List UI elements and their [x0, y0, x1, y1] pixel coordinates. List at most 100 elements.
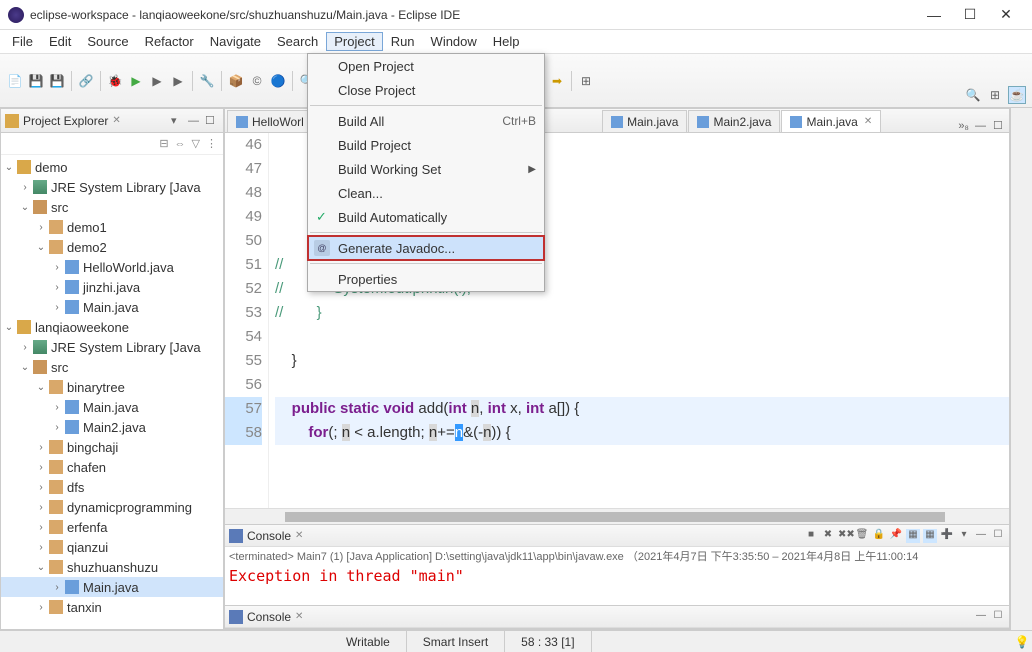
console2-close-icon[interactable]: ✕	[295, 611, 303, 622]
project-tree[interactable]: ⌄demo ›JRE System Library [Java ⌄src ›de…	[1, 155, 223, 629]
link-editor-icon[interactable]: ⇔	[175, 138, 186, 150]
menu-clean[interactable]: Clean...	[308, 181, 544, 205]
new-class-icon[interactable]: ©	[248, 72, 266, 90]
new-icon[interactable]: 📄	[6, 72, 24, 90]
tree-binarytree[interactable]: binarytree	[67, 380, 125, 395]
tree-dyn[interactable]: dynamicprogramming	[67, 500, 192, 515]
maximize-editor-icon[interactable]: ☐	[993, 119, 1007, 132]
tab-overflow[interactable]: »₈	[954, 120, 973, 132]
view-menu-icon[interactable]: ▾	[171, 114, 185, 127]
min-console2-icon[interactable]: —	[974, 610, 988, 624]
display-icon[interactable]: ▦	[906, 529, 920, 543]
menu-run[interactable]: Run	[383, 32, 423, 51]
tree-chafen[interactable]: chafen	[67, 460, 106, 475]
debug-icon[interactable]: 🐞	[106, 72, 124, 90]
clear-icon[interactable]: 🗑	[855, 529, 869, 543]
ext-tools-icon[interactable]: 🔧	[198, 72, 216, 90]
tree-demo1[interactable]: demo1	[67, 220, 107, 235]
perspective-icon[interactable]: ⊞	[577, 72, 595, 90]
editor-hscroll[interactable]	[225, 508, 1009, 524]
tree-bt-main[interactable]: Main.java	[83, 400, 139, 415]
minimized-panel[interactable]	[1010, 108, 1032, 630]
link-icon[interactable]: 🔗	[77, 72, 95, 90]
menu-open-project[interactable]: Open Project	[308, 54, 544, 78]
save-icon[interactable]: 💾	[27, 72, 45, 90]
tree-jre[interactable]: JRE System Library [Java	[51, 180, 201, 195]
remove-all-icon[interactable]: ✖✖	[838, 529, 852, 543]
menu-refactor[interactable]: Refactor	[137, 32, 202, 51]
tree-hello[interactable]: HelloWorld.java	[83, 260, 174, 275]
min-console-icon[interactable]: —	[974, 529, 988, 543]
java-persp-icon[interactable]: ☕	[1008, 86, 1026, 104]
open-console-icon[interactable]: ▾	[957, 529, 971, 543]
collapse-all-icon[interactable]: ⊟	[159, 137, 168, 150]
minimize-editor-icon[interactable]: —	[975, 120, 989, 132]
minimize-view-icon[interactable]: —	[188, 115, 202, 127]
open-persp-icon[interactable]: ⊞	[986, 86, 1004, 104]
run-icon[interactable]: ▶	[127, 72, 145, 90]
scroll-lock-icon[interactable]: 🔒	[872, 529, 886, 543]
tab-main[interactable]: Main.java	[602, 110, 687, 132]
tree-sh-main[interactable]: Main.java	[83, 580, 139, 595]
tree-jre2[interactable]: JRE System Library [Java	[51, 340, 201, 355]
tree-bingchaji[interactable]: bingchaji	[67, 440, 118, 455]
close-button[interactable]: ✕	[988, 6, 1024, 23]
menu-generate-javadoc[interactable]: @Generate Javadoc...	[308, 236, 544, 260]
tree-dfs[interactable]: dfs	[67, 480, 84, 495]
quick-access-icon[interactable]: 🔍	[964, 86, 982, 104]
tree-erfenfa[interactable]: erfenfa	[67, 520, 107, 535]
menu-navigate[interactable]: Navigate	[202, 32, 269, 51]
coverage-icon[interactable]: ▶	[148, 72, 166, 90]
pin2-icon[interactable]: 📌	[889, 529, 903, 543]
menu-help[interactable]: Help	[485, 32, 528, 51]
run-last-icon[interactable]: ▶	[169, 72, 187, 90]
tree-jinzhi[interactable]: jinzhi.java	[83, 280, 140, 295]
menu-source[interactable]: Source	[79, 32, 136, 51]
menu-properties[interactable]: Properties	[308, 267, 544, 291]
tree-qianzui[interactable]: qianzui	[67, 540, 108, 555]
tab-main-active[interactable]: Main.java✕	[781, 110, 881, 132]
view-menu2-icon[interactable]: ⋮	[206, 137, 217, 150]
tab-helloworld[interactable]: HelloWorl	[227, 110, 313, 132]
open-type-icon[interactable]: 🔵	[269, 72, 287, 90]
menu-file[interactable]: File	[4, 32, 41, 51]
new-package-icon[interactable]: 📦	[227, 72, 245, 90]
console-close-icon[interactable]: ✕	[295, 530, 303, 541]
project-menu-dropdown: Open Project Close Project Build AllCtrl…	[307, 53, 545, 292]
remove-icon[interactable]: ✖	[821, 529, 835, 543]
tip-icon[interactable]: 💡	[1012, 635, 1032, 649]
fwd-icon[interactable]: ➡	[548, 72, 566, 90]
max-console2-icon[interactable]: ☐	[991, 610, 1005, 624]
show-output-icon[interactable]: ▦	[923, 529, 937, 543]
max-console-icon[interactable]: ☐	[991, 529, 1005, 543]
save-all-icon[interactable]: 💾	[48, 72, 66, 90]
explorer-close-icon[interactable]: ✕	[112, 115, 120, 126]
maximize-button[interactable]: ☐	[952, 6, 988, 23]
menu-build-working-set[interactable]: Build Working Set▶	[308, 157, 544, 181]
tree-shuzhuan[interactable]: shuzhuanshuzu	[67, 560, 158, 575]
menu-edit[interactable]: Edit	[41, 32, 79, 51]
filter-icon[interactable]: ▽	[192, 137, 200, 150]
tab-main2[interactable]: Main2.java	[688, 110, 780, 132]
tree-bt-main2[interactable]: Main2.java	[83, 420, 146, 435]
tree-src2[interactable]: src	[51, 360, 68, 375]
console-output[interactable]: Exception in thread "main"	[225, 565, 1009, 605]
tree-demo2[interactable]: demo2	[67, 240, 107, 255]
tab-close-icon[interactable]: ✕	[864, 116, 872, 127]
menu-build-auto[interactable]: ✓Build Automatically	[308, 205, 544, 229]
menu-close-project[interactable]: Close Project	[308, 78, 544, 102]
minimize-button[interactable]: —	[916, 7, 952, 23]
tree-demo[interactable]: demo	[35, 160, 68, 175]
menu-build-all[interactable]: Build AllCtrl+B	[308, 109, 544, 133]
menu-search[interactable]: Search	[269, 32, 326, 51]
menu-window[interactable]: Window	[423, 32, 485, 51]
maximize-view-icon[interactable]: ☐	[205, 114, 219, 127]
new-console-icon[interactable]: ➕	[940, 529, 954, 543]
menu-build-project[interactable]: Build Project	[308, 133, 544, 157]
tree-main-d2[interactable]: Main.java	[83, 300, 139, 315]
tree-lanqiao[interactable]: lanqiaoweekone	[35, 320, 129, 335]
menu-project[interactable]: Project	[326, 32, 382, 51]
tree-src[interactable]: src	[51, 200, 68, 215]
tree-tanxin[interactable]: tanxin	[67, 600, 102, 615]
stop-icon[interactable]: ■	[804, 529, 818, 543]
